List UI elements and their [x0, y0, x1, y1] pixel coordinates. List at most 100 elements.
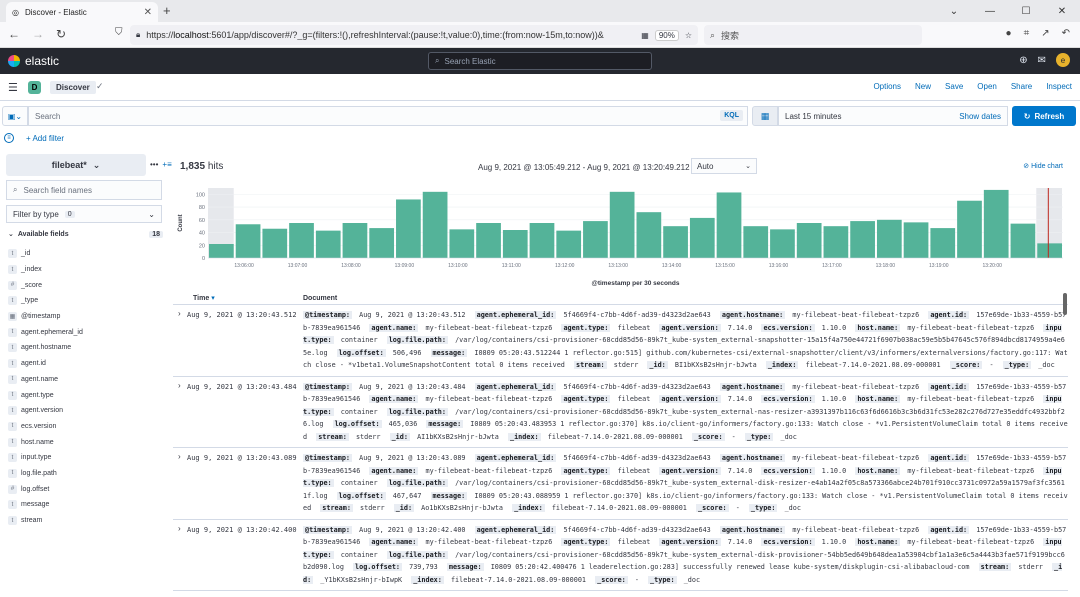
doc-field-value: filebeat-7.14.0-2021.08.09-000001	[551, 504, 687, 512]
bookmark-star-icon[interactable]: ☆	[685, 31, 692, 40]
field-item[interactable]: t _id	[8, 246, 168, 262]
available-fields-header[interactable]: ⌄ Available fields 18	[8, 230, 163, 238]
hide-chart-link[interactable]: ⊘ Hide chart	[1023, 162, 1063, 170]
time-column-header[interactable]: Time ▾	[173, 294, 303, 302]
open-link[interactable]: Open	[977, 82, 997, 91]
doc-field-key: message:	[430, 348, 468, 357]
query-input[interactable]: Search KQL	[28, 106, 748, 126]
minimize-icon[interactable]: —	[972, 0, 1008, 22]
lock-icon: 🔒︎	[136, 30, 141, 39]
space-avatar[interactable]: D	[28, 81, 41, 94]
tracking-shield-icon[interactable]: ⛉	[115, 27, 123, 38]
table-header: Time ▾ Document	[173, 292, 1068, 305]
field-item[interactable]: t _type	[8, 293, 168, 309]
doc-field-key: agent.id:	[928, 454, 970, 462]
field-item[interactable]: t message	[8, 497, 168, 513]
share-icon[interactable]: ↗	[1041, 28, 1049, 39]
field-item[interactable]: # _score	[8, 277, 168, 293]
doc-field-value: 5f4669f4-c7bb-4d6f-ad39-d4323d2ae643	[563, 454, 711, 462]
extension-icon[interactable]: ●	[1006, 28, 1012, 39]
field-item[interactable]: t agent.name	[8, 372, 168, 388]
index-pattern-selector[interactable]: filebeat* ⌄	[6, 154, 146, 176]
time-picker[interactable]: Last 15 minutes Show dates	[778, 106, 1008, 126]
calendar-icon[interactable]: ▦	[752, 106, 778, 126]
more-options-icon[interactable]: •••	[150, 160, 158, 169]
doc-field-value: filebeat	[617, 395, 651, 403]
row-timestamp: Aug 9, 2021 @ 13:20:43.484	[187, 382, 297, 391]
browser-search-field[interactable]: ⌕ 搜索	[704, 25, 922, 45]
doc-field-key: log.file.path:	[386, 407, 448, 416]
expand-row-icon[interactable]: ›	[173, 309, 187, 372]
avatar[interactable]: e	[1056, 53, 1070, 67]
menu-icon[interactable]: ☰	[8, 81, 18, 94]
help-icon[interactable]: ⊕	[1019, 55, 1027, 66]
doc-field-value: filebeat-7.14.0-2021.08.09-000001	[547, 432, 683, 441]
crop-icon[interactable]: ⌗	[1024, 28, 1030, 39]
interval-select[interactable]: Auto ⌄	[691, 158, 757, 174]
save-link[interactable]: Save	[945, 82, 963, 91]
field-item[interactable]: t log.file.path	[8, 466, 168, 482]
refresh-button[interactable]: ↻ Refresh	[1012, 106, 1076, 126]
close-window-icon[interactable]: ✕	[1044, 0, 1080, 22]
expand-row-icon[interactable]: ›	[173, 452, 187, 515]
forward-icon[interactable]: →	[32, 27, 44, 41]
qr-code-icon[interactable]: ▦	[641, 31, 649, 40]
discover-main: 1,835 hits Aug 9, 2021 @ 13:05:49.212 - …	[173, 150, 1073, 597]
new-link[interactable]: New	[915, 82, 931, 91]
x-tick-label: 13:17:00	[822, 263, 842, 269]
show-dates-link[interactable]: Show dates	[959, 112, 1001, 121]
field-item[interactable]: t input.type	[8, 450, 168, 466]
zoom-level[interactable]: 90%	[654, 29, 679, 41]
field-item[interactable]: # log.offset	[8, 481, 168, 497]
expand-row-icon[interactable]: ›	[173, 381, 187, 444]
back-icon[interactable]: ←	[8, 27, 20, 41]
doc-field-key: _type:	[748, 504, 778, 512]
saved-query-button[interactable]: ▣⌄	[2, 106, 28, 126]
inspect-link[interactable]: Inspect	[1046, 82, 1072, 91]
field-item[interactable]: t stream	[8, 513, 168, 529]
doc-field-key: @timestamp:	[303, 311, 353, 319]
field-item[interactable]: t agent.hostname	[8, 340, 168, 356]
x-tick-label: 13:12:00	[555, 263, 575, 269]
doc-field-key: agent.type:	[561, 538, 611, 546]
undo-icon[interactable]: ↶	[1062, 28, 1070, 39]
doc-field-key: agent.hostname:	[719, 311, 786, 319]
kql-toggle[interactable]: KQL	[720, 110, 743, 121]
add-pattern-icon[interactable]: +≡	[162, 160, 171, 169]
x-tick-label: 13:13:00	[608, 263, 628, 269]
url-field[interactable]: 🔒︎ https://localhost:5601/app/discover#/…	[130, 25, 698, 45]
new-tab-icon[interactable]: +	[163, 3, 171, 18]
news-feed-icon[interactable]: ✉	[1038, 55, 1046, 66]
field-item[interactable]: t agent.type	[8, 387, 168, 403]
field-item[interactable]: ▦ @timestamp	[8, 309, 168, 325]
browser-tab[interactable]: ◎ Discover - Elastic ✕	[6, 2, 158, 22]
chevron-down-icon[interactable]: ⌄	[936, 0, 972, 22]
options-link[interactable]: Options	[873, 82, 901, 91]
y-tick-label: 100	[196, 192, 205, 198]
saved-query-icon: ▣⌄	[7, 111, 23, 121]
breadcrumb[interactable]: Discover	[50, 81, 96, 94]
field-item[interactable]: t agent.ephemeral_id	[8, 324, 168, 340]
field-item[interactable]: t agent.id	[8, 356, 168, 372]
elastic-logo[interactable]: elastic	[8, 54, 59, 68]
share-link[interactable]: Share	[1011, 82, 1032, 91]
histogram-chart[interactable]: 0 20 40 60 80 100 Count 13:06:00 13:07:00 13:08:0…	[173, 180, 1073, 292]
field-item[interactable]: t _index	[8, 262, 168, 278]
field-search-input[interactable]: ⌕ Search field names	[6, 180, 162, 200]
table-row: › Aug 9, 2021 @ 13:20:43.089 @timestamp: A…	[173, 448, 1068, 520]
maximize-icon[interactable]: ☐	[1008, 0, 1044, 22]
elastic-search-input[interactable]: ⌕ Search Elastic	[428, 52, 652, 70]
filter-by-type-button[interactable]: Filter by type 0 ⌄	[6, 205, 162, 223]
reload-icon[interactable]: ↻	[56, 27, 66, 41]
field-item[interactable]: t host.name	[8, 434, 168, 450]
add-filter-link[interactable]: + Add filter	[26, 134, 64, 143]
field-item[interactable]: t ecs.version	[8, 419, 168, 435]
field-item[interactable]: t agent.version	[8, 403, 168, 419]
filter-options-icon[interactable]: ≡	[4, 133, 14, 143]
doc-field-key: agent.name:	[369, 395, 419, 403]
string-type-icon: t	[8, 390, 17, 400]
doc-field-value: -	[731, 432, 736, 441]
tab-close-icon[interactable]: ✕	[144, 7, 152, 18]
expand-row-icon[interactable]: ›	[173, 524, 187, 587]
scrollbar-thumb[interactable]	[1063, 293, 1067, 315]
